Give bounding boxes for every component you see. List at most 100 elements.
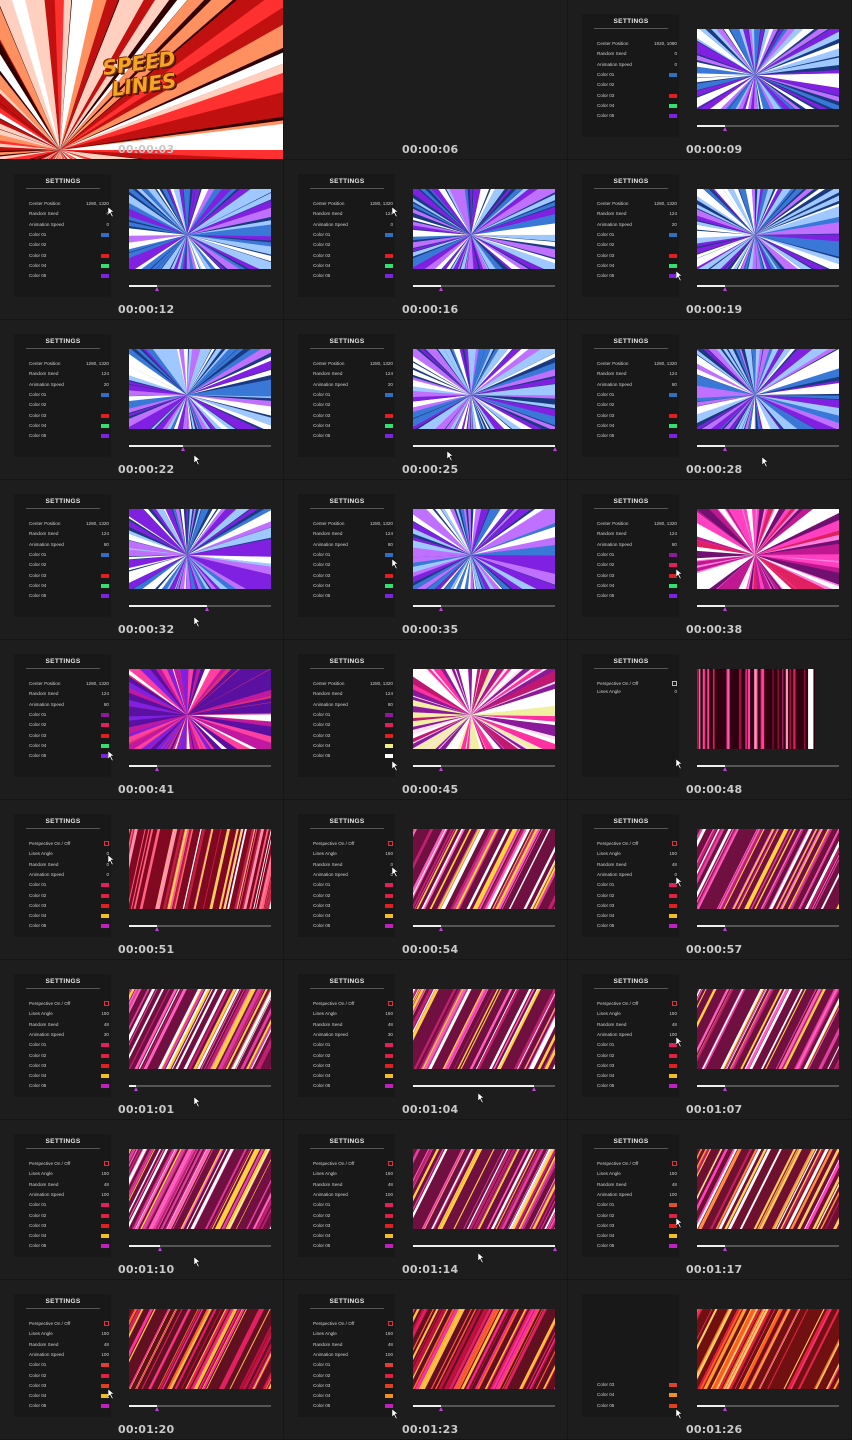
color-5-row[interactable]: Color 05 [29,273,109,281]
random-seed-row[interactable]: Random Seed 0 [313,862,393,870]
color-5-row[interactable]: Color 05 [313,1083,393,1091]
color-1-row[interactable]: Color 01 [313,1202,393,1210]
lines-angle-row[interactable]: Lines Angle 0 [597,689,677,697]
color-2-row[interactable]: Color 02 [597,1213,677,1221]
color-4-row[interactable]: Color 04 [597,913,677,921]
random-seed-row[interactable]: Random Seed 124 [597,371,677,379]
color-1-row[interactable]: Color 01 [597,232,677,240]
color-1-row-swatch[interactable] [669,392,677,397]
color-1-row[interactable]: Color 01 [313,392,393,400]
color-3-row-swatch[interactable] [101,1223,109,1228]
timeline-slider[interactable] [697,445,839,451]
animation-speed-row[interactable]: Animation Speed 80 [313,542,393,550]
color-3-row[interactable]: Color 03 [29,733,109,741]
animation-speed-row[interactable]: Animation Speed 20 [29,382,109,390]
color-4-row[interactable]: Color 04 [597,103,677,111]
color-2-row[interactable]: Color 02 [29,893,109,901]
timeline-playhead[interactable] [531,1087,536,1091]
color-5-row[interactable]: Color 05 [597,433,677,441]
color-2-row-swatch[interactable] [669,83,677,87]
color-4-row[interactable]: Color 04 [597,1233,677,1241]
color-5-row-swatch[interactable] [385,924,393,929]
random-seed-row[interactable]: Random Seed 124 [29,531,109,539]
color-2-row-swatch[interactable] [101,893,109,898]
timeline-slider[interactable] [697,1245,839,1251]
color-2-row[interactable]: Color 02 [313,402,393,410]
color-2-row[interactable]: Color 02 [597,893,677,901]
perspective-row[interactable]: Perspective On / Off [313,841,393,849]
color-5-row-swatch[interactable] [669,1084,677,1089]
timeline-playhead[interactable] [158,1247,163,1251]
color-5-row[interactable]: Color 05 [597,1083,677,1091]
center-position-row[interactable]: Center Position 1280, 1320 [29,361,109,369]
animation-speed-row[interactable]: Animation Speed 100 [313,1352,393,1360]
color-4-row[interactable]: Color 04 [29,263,109,271]
timeline-slider[interactable] [697,925,839,931]
random-seed-row[interactable]: Random Seed 48 [313,1022,393,1030]
color-5-row[interactable]: Color 05 [313,1403,393,1411]
color-4-row-swatch[interactable] [669,1393,677,1398]
center-position-row[interactable]: Center Position 1280, 1320 [597,201,677,209]
perspective-row[interactable]: Perspective On / Off [29,1001,109,1009]
color-1-row-swatch[interactable] [385,392,393,397]
color-2-row[interactable]: Color 02 [597,1053,677,1061]
color-3-row[interactable]: Color 03 [29,1063,109,1071]
timeline-slider[interactable] [413,1085,555,1091]
color-1-row[interactable]: Color 01 [313,712,393,720]
animation-speed-row[interactable]: Animation Speed 100 [313,1192,393,1200]
color-1-row-swatch[interactable] [101,1043,109,1048]
timeline-slider[interactable] [413,765,555,771]
color-2-row[interactable]: Color 02 [29,242,109,250]
lines-angle-row[interactable]: Lines Angle 150 [313,1171,393,1179]
color-4-row-swatch[interactable] [669,1234,677,1239]
color-1-row[interactable]: Color 01 [597,882,677,890]
color-2-row[interactable]: Color 02 [313,1373,393,1381]
perspective-row-checkbox[interactable] [104,1161,109,1166]
random-seed-row[interactable]: Random Seed 124 [313,371,393,379]
color-3-row[interactable]: Color 03 [597,573,677,581]
random-seed-row[interactable]: Random Seed 124 [597,531,677,539]
color-2-row-swatch[interactable] [101,1373,109,1378]
perspective-row-checkbox[interactable] [104,1001,109,1006]
center-position-row[interactable]: Center Position 1280, 1320 [313,361,393,369]
animation-speed-row[interactable]: Animation Speed 100 [597,1192,677,1200]
color-2-row[interactable]: Color 02 [313,242,393,250]
random-seed-row[interactable]: Random Seed 124 [597,211,677,219]
color-1-row-swatch[interactable] [101,232,109,237]
timeline-slider[interactable] [697,125,839,131]
color-3-row[interactable]: Color 03 [313,573,393,581]
animation-speed-row[interactable]: Animation Speed 0 [597,62,677,70]
random-seed-row[interactable]: Random Seed 48 [29,1182,109,1190]
perspective-row[interactable]: Perspective On / Off [597,1161,677,1169]
color-4-row-swatch[interactable] [101,914,109,919]
color-5-row[interactable]: Color 05 [597,1403,677,1411]
perspective-row-checkbox[interactable] [388,841,393,846]
color-4-row[interactable]: Color 04 [313,1233,393,1241]
color-5-row[interactable]: Color 05 [313,433,393,441]
random-seed-row[interactable]: Random Seed 124 [313,531,393,539]
perspective-row[interactable]: Perspective On / Off [313,1001,393,1009]
color-2-row-swatch[interactable] [669,1053,677,1058]
color-4-row[interactable]: Color 04 [597,583,677,591]
color-3-row-swatch[interactable] [385,1063,393,1068]
random-seed-row[interactable]: Random Seed 48 [29,1022,109,1030]
color-1-row-swatch[interactable] [669,72,677,77]
color-1-row[interactable]: Color 01 [313,1042,393,1050]
color-3-row-swatch[interactable] [101,413,109,418]
color-3-row-swatch[interactable] [101,903,109,908]
animation-speed-row[interactable]: Animation Speed 80 [29,542,109,550]
color-2-row[interactable]: Color 02 [597,562,677,570]
color-3-row[interactable]: Color 03 [597,413,677,421]
color-4-row[interactable]: Color 04 [29,1073,109,1081]
color-1-row[interactable]: Color 01 [313,552,393,560]
perspective-row[interactable]: Perspective On / Off [29,841,109,849]
timeline-playhead[interactable] [180,447,185,451]
timeline-playhead[interactable] [155,927,160,931]
timeline-playhead[interactable] [155,287,160,291]
color-2-row-swatch[interactable] [385,403,393,407]
color-4-row[interactable]: Color 04 [313,913,393,921]
timeline-slider[interactable] [697,285,839,291]
timeline-slider[interactable] [129,605,271,611]
timeline-slider[interactable] [413,285,555,291]
color-5-row[interactable]: Color 05 [597,273,677,281]
